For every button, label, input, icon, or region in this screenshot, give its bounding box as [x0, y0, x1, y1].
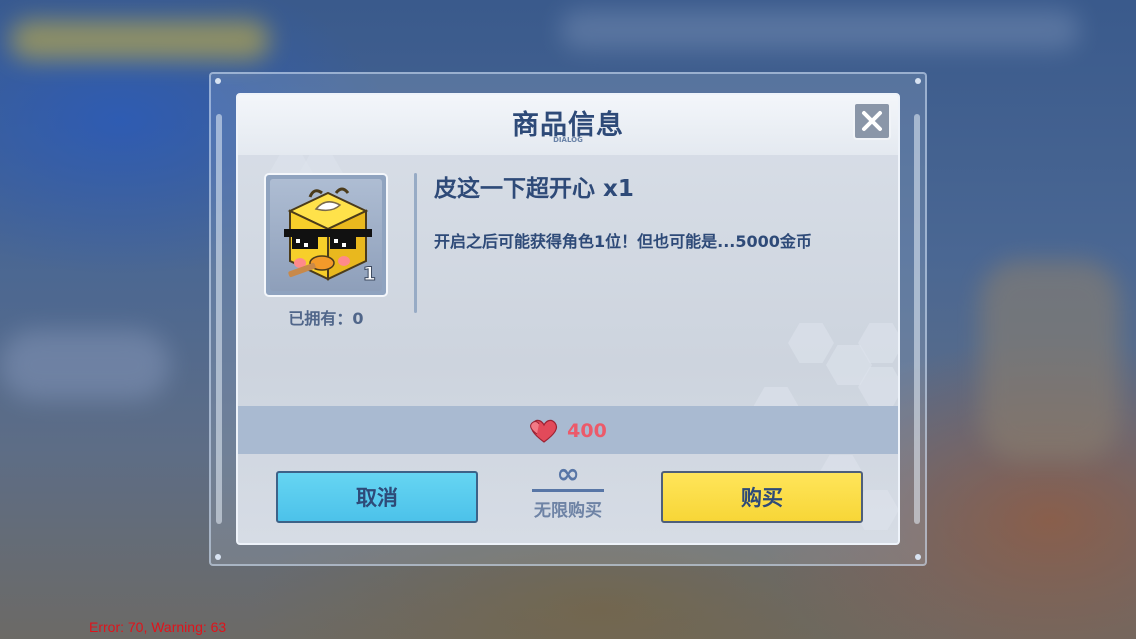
owned-count: 已拥有：0 — [288, 309, 364, 328]
background-banner — [560, 10, 1080, 50]
hex-decoration — [788, 323, 834, 363]
background-banner — [0, 330, 170, 400]
close-button[interactable] — [853, 102, 891, 140]
divider — [414, 173, 417, 313]
frame-rivet — [215, 78, 221, 84]
item-icon-frame: 1 — [264, 173, 388, 297]
purchase-limit: ∞ 无限购买 — [530, 457, 606, 521]
product-info-dialog: 商品信息 DIALOG 1 已拥有：0 皮这一下超开心 x1 开启之后可能获得角… — [236, 93, 900, 545]
background-banner — [10, 20, 270, 60]
item-name: 皮这一下超开心 x1 — [434, 176, 634, 202]
cancel-button[interactable]: 取消 — [276, 471, 478, 523]
frame-rail-left — [216, 114, 222, 524]
item-icon-bg: 1 — [270, 179, 382, 291]
purchase-limit-label: 无限购买 — [534, 501, 602, 521]
price-bar: 400 — [238, 406, 898, 454]
item-count: 1 — [362, 263, 376, 286]
item-description: 开启之后可能获得角色1位！但也可能是...5000金币 — [434, 232, 812, 251]
frame-rivet — [215, 554, 221, 560]
dialog-header: 商品信息 DIALOG — [238, 95, 898, 155]
console-error-text: Error: 70, Warning: 63 — [89, 619, 227, 635]
dialog-subtitle: DIALOG — [553, 136, 583, 144]
infinity-icon: ∞ — [556, 457, 580, 490]
frame-rivet — [915, 554, 921, 560]
buy-button[interactable]: 购买 — [661, 471, 863, 523]
hearts-icon — [530, 419, 558, 443]
price-value: 400 — [567, 420, 607, 442]
frame-rivet — [915, 78, 921, 84]
background-banner — [980, 260, 1120, 460]
frame-rail-right — [914, 114, 920, 524]
close-icon — [862, 111, 882, 131]
